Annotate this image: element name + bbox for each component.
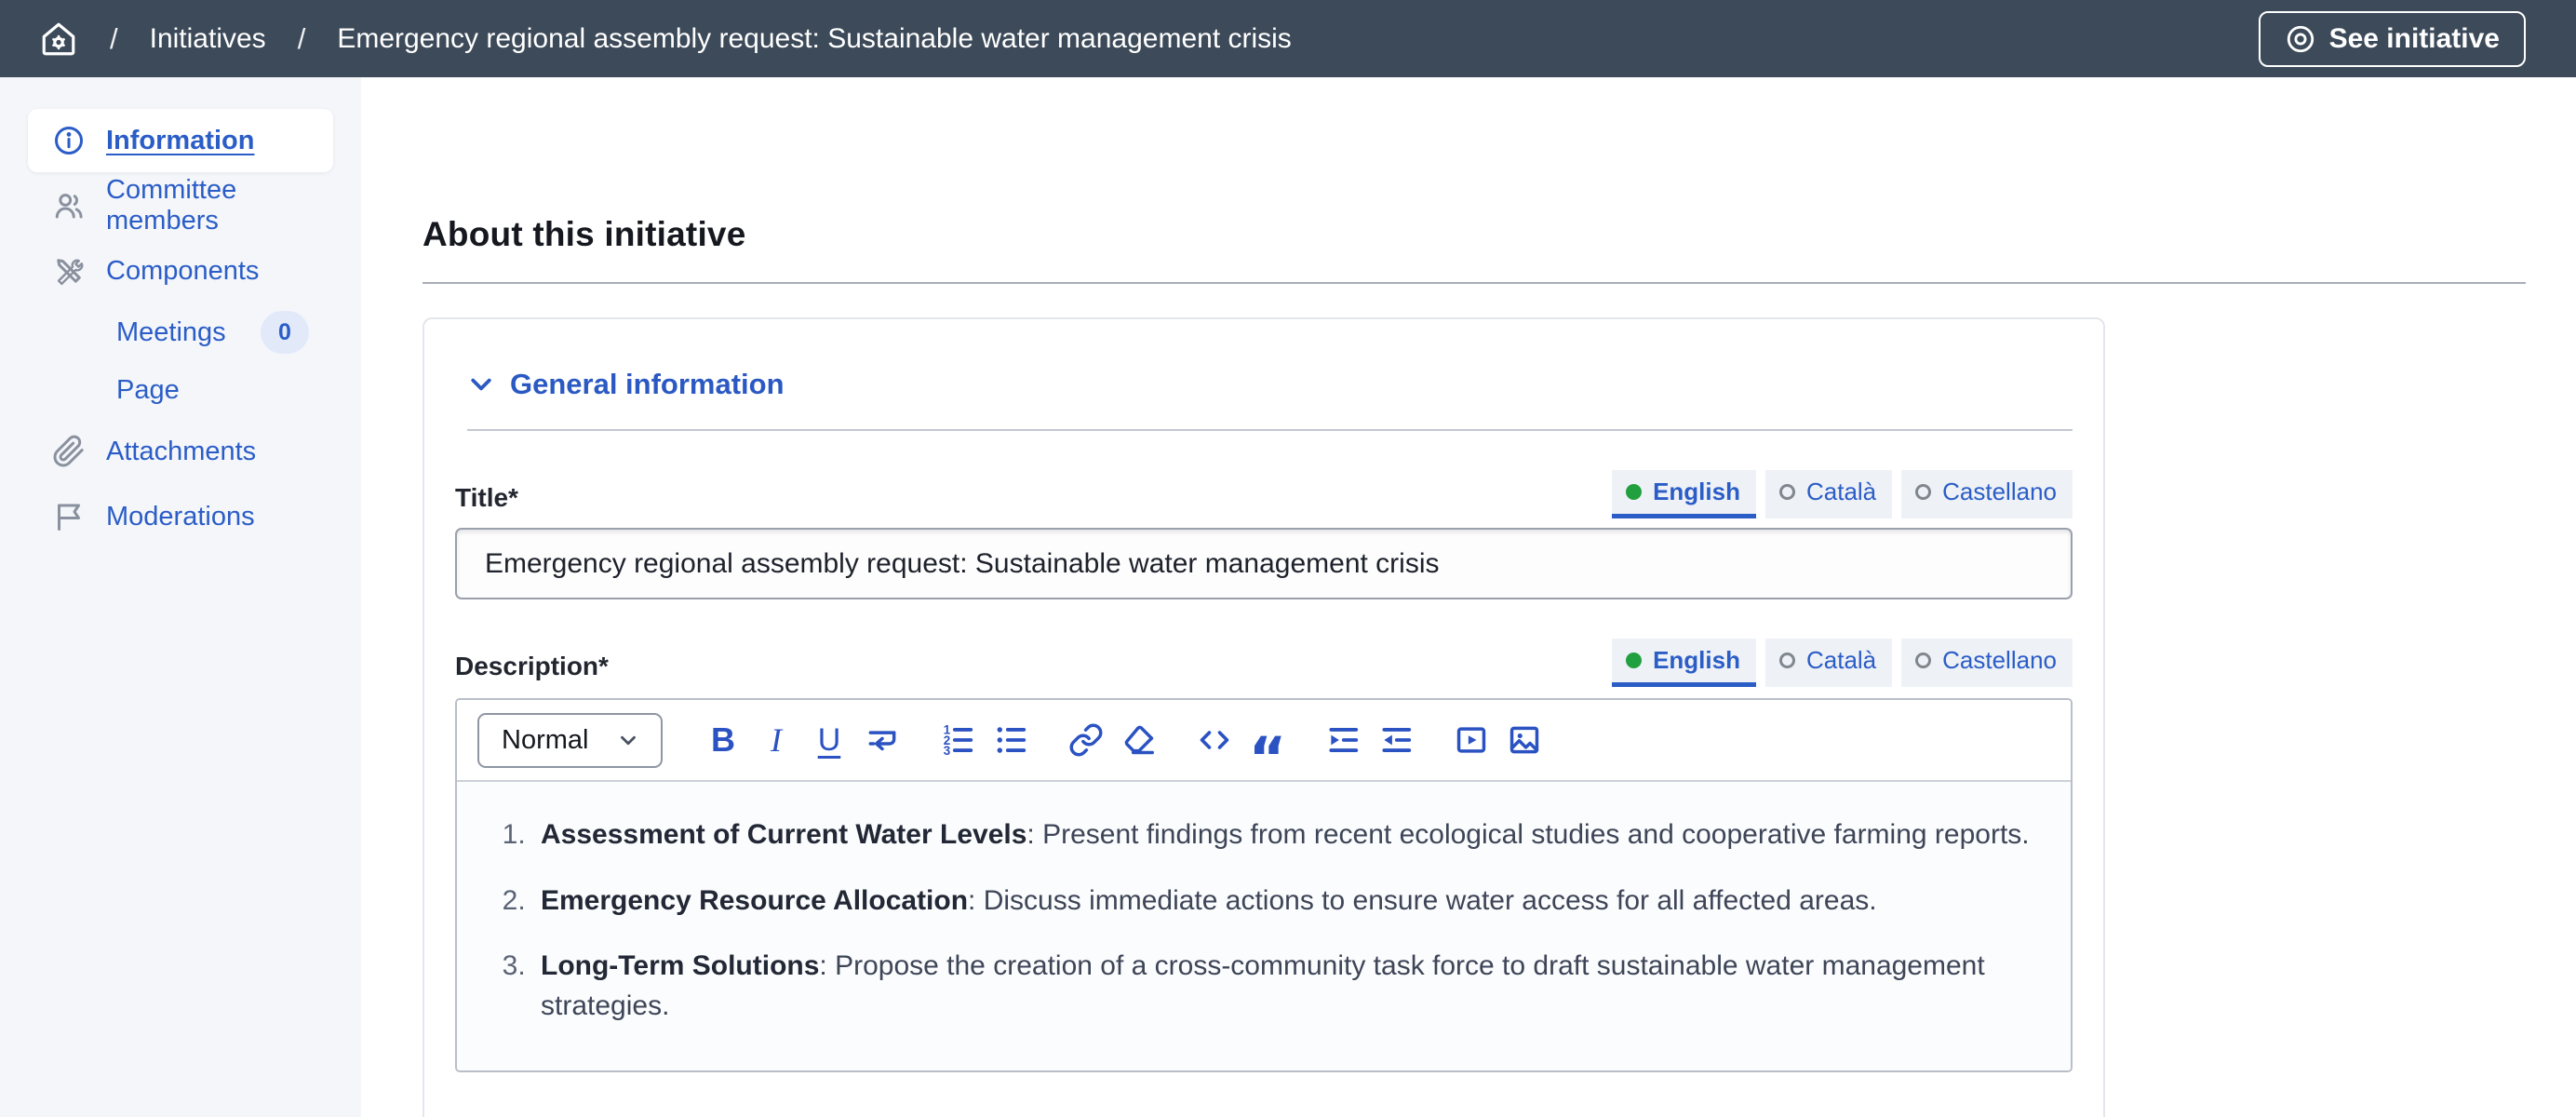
ordered-list-icon[interactable]: 1 2 3 (931, 714, 984, 767)
eye-icon (2285, 23, 2316, 55)
list-item-bold: Emergency Resource Allocation (541, 885, 968, 916)
breadcrumb-current-page: Emergency regional assembly request: Sus… (337, 23, 1292, 55)
editor-content[interactable]: Assessment of Current Water Levels: Pres… (457, 782, 2071, 1070)
section-title: General information (510, 368, 785, 401)
title-input[interactable] (455, 528, 2073, 599)
see-initiative-button[interactable]: See initiative (2259, 11, 2526, 67)
breadcrumb-separator: / (110, 22, 118, 56)
chevron-down-icon (616, 728, 640, 752)
translated-dot-icon (1626, 484, 1642, 500)
title-divider (423, 282, 2526, 284)
lang-tab-label: English (1653, 478, 1740, 506)
list-item: Assessment of Current Water Levels: Pres… (533, 815, 2033, 855)
admin-app: / Initiatives / Emergency regional assem… (0, 0, 2576, 1117)
general-information-toggle[interactable]: General information (467, 368, 2073, 401)
title-field-label: Title* (455, 483, 518, 518)
line-break-icon[interactable] (855, 714, 908, 767)
chevron-down-icon (467, 370, 495, 398)
italic-icon[interactable]: I (749, 714, 802, 767)
main-content: About this initiative General informatio… (361, 77, 2576, 1117)
sidebar-item-meetings[interactable]: Meetings 0 (28, 304, 333, 360)
title-language-tabs: English Català Castellano (1612, 470, 2073, 518)
video-embed-icon[interactable] (1444, 714, 1497, 767)
general-information-card: General information Title* English Catal… (423, 317, 2105, 1117)
svg-text:3: 3 (944, 744, 950, 758)
description-field-label: Description* (455, 652, 609, 687)
lang-tab-label: Castellano (1942, 478, 2057, 506)
translated-dot-icon (1626, 653, 1642, 668)
description-ordered-list: Assessment of Current Water Levels: Pres… (476, 815, 2033, 1026)
image-icon[interactable] (1497, 714, 1550, 767)
sidebar-item-page[interactable]: Page (28, 362, 333, 418)
sidebar-item-label: Attachments (106, 437, 256, 467)
clear-format-eraser-icon[interactable] (1112, 714, 1165, 767)
sidebar-item-components[interactable]: Components (28, 239, 333, 303)
section-divider (467, 429, 2073, 431)
flag-icon (52, 500, 86, 533)
sidebar-item-label: Components (106, 256, 259, 287)
lang-tab-castellano[interactable]: Castellano (1901, 470, 2073, 518)
meetings-count-badge: 0 (261, 311, 309, 354)
list-item-text: : Discuss immediate actions to ensure wa… (968, 885, 1877, 916)
blockquote-icon[interactable]: “ (1241, 714, 1294, 767)
lang-tab-catala[interactable]: Català (1765, 470, 1892, 518)
users-icon (52, 189, 86, 222)
format-dropdown[interactable]: Normal (477, 713, 663, 768)
breadcrumb-separator: / (298, 22, 306, 56)
sidebar-item-label: Page (116, 375, 180, 406)
sidebar-item-committee-members[interactable]: Committee members (28, 174, 333, 237)
info-icon (52, 124, 86, 157)
sidebar-item-label: Meetings (116, 317, 226, 348)
sidebar-item-label: Moderations (106, 502, 255, 532)
underline-icon[interactable]: U (802, 714, 855, 767)
untranslated-dot-icon (1915, 653, 1931, 668)
untranslated-dot-icon (1915, 484, 1931, 500)
topbar: / Initiatives / Emergency regional assem… (0, 0, 2576, 77)
indent-decrease-icon[interactable] (1369, 714, 1422, 767)
lang-tab-label: Castellano (1942, 646, 2057, 675)
bold-icon[interactable]: B (696, 714, 749, 767)
link-icon[interactable] (1059, 714, 1112, 767)
description-language-tabs: English Català Castellano (1612, 639, 2073, 687)
code-icon[interactable] (1187, 714, 1241, 767)
sidebar-item-information[interactable]: Information (28, 109, 333, 172)
lang-tab-label: English (1653, 646, 1740, 675)
breadcrumb-initiatives[interactable]: Initiatives (150, 23, 266, 55)
editor-toolbar: Normal B I U (457, 700, 2071, 782)
bullet-list-icon[interactable] (984, 714, 1037, 767)
page-title: About this initiative (423, 215, 2526, 254)
rich-text-editor: Normal B I U (455, 698, 2073, 1072)
lang-tab-english[interactable]: English (1612, 639, 1756, 687)
paperclip-icon (52, 435, 86, 468)
admin-home-icon[interactable] (39, 20, 78, 59)
list-item-bold: Long-Term Solutions (541, 950, 819, 981)
untranslated-dot-icon (1779, 653, 1795, 668)
list-item: Emergency Resource Allocation: Discuss i… (533, 881, 2033, 922)
sidebar-item-label: Committee members (106, 175, 309, 236)
lang-tab-label: Català (1806, 646, 1876, 675)
list-item-text: : Present findings from recent ecologica… (1026, 819, 2029, 850)
tools-icon (52, 254, 86, 288)
sidebar: Information Committee members (0, 77, 361, 1117)
indent-increase-icon[interactable] (1316, 714, 1369, 767)
lang-tab-catala[interactable]: Català (1765, 639, 1892, 687)
list-item-bold: Assessment of Current Water Levels (541, 819, 1026, 850)
sidebar-item-attachments[interactable]: Attachments (28, 420, 333, 483)
lang-tab-english[interactable]: English (1612, 470, 1756, 518)
lang-tab-castellano[interactable]: Castellano (1901, 639, 2073, 687)
format-dropdown-value: Normal (502, 725, 588, 756)
see-initiative-label: See initiative (2329, 23, 2500, 55)
untranslated-dot-icon (1779, 484, 1795, 500)
sidebar-item-moderations[interactable]: Moderations (28, 485, 333, 548)
list-item: Long-Term Solutions: Propose the creatio… (533, 947, 2033, 1026)
lang-tab-label: Català (1806, 478, 1876, 506)
sidebar-item-label: Information (106, 126, 255, 156)
